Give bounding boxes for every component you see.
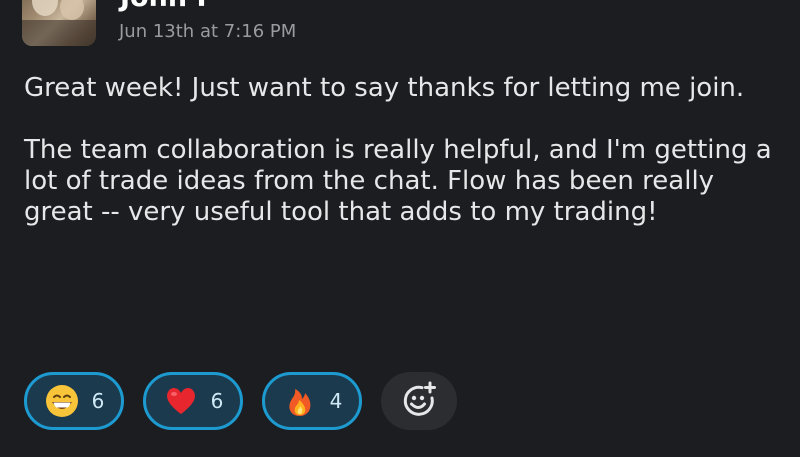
message-body: Great week! Just want to say thanks for …: [24, 73, 784, 228]
author-name[interactable]: John P: [120, 0, 216, 11]
reaction-count: 6: [210, 389, 224, 413]
reaction-count: 4: [329, 389, 343, 413]
message-paragraph: The team collaboration is really helpful…: [24, 135, 772, 227]
message-paragraph: Great week! Just want to say thanks for …: [24, 73, 745, 103]
add-reaction-icon: [403, 381, 436, 416]
message-timestamp[interactable]: Jun 13th at 7:16 PM: [119, 21, 296, 42]
fire-emoji: [289, 389, 311, 416]
red-heart-emoji: [166, 387, 195, 414]
add-reaction-button[interactable]: [381, 372, 457, 430]
reaction-grinning[interactable]: 6: [24, 372, 124, 430]
avatar[interactable]: [22, 0, 96, 46]
reaction-bar: 6 6 4: [24, 372, 457, 430]
reaction-fire[interactable]: 4: [262, 372, 362, 430]
grinning-face-emoji: [45, 385, 78, 417]
reaction-heart[interactable]: 6: [143, 372, 243, 430]
reaction-count: 6: [91, 389, 105, 413]
